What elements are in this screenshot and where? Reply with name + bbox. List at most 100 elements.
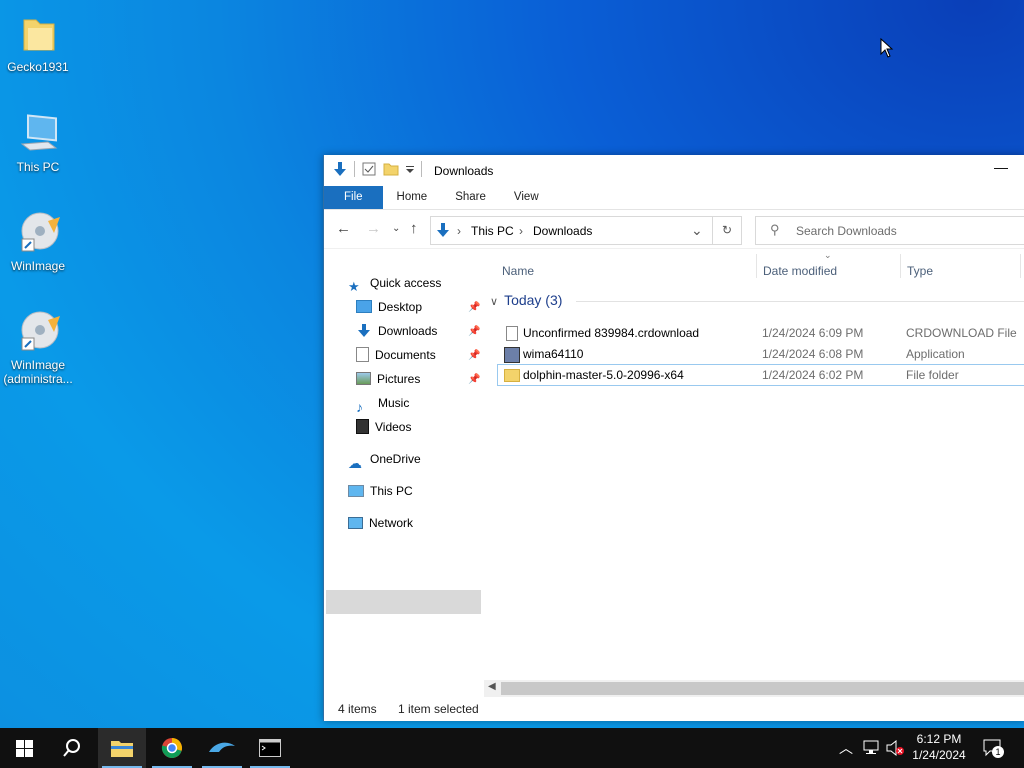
nav-label: Pictures (377, 372, 421, 386)
tab-view[interactable]: View (500, 186, 553, 209)
computer-icon (348, 484, 364, 497)
taskbar-dolphin[interactable] (198, 728, 246, 768)
nav-item-videos[interactable]: Videos (356, 416, 411, 438)
back-arrow-icon[interactable]: ← (336, 220, 351, 237)
minimize-button[interactable]: — (991, 159, 1011, 181)
clock[interactable]: 6:12 PM 1/24/2024 (905, 731, 973, 763)
new-folder-icon[interactable] (383, 161, 399, 177)
nav-onedrive[interactable]: ☁ OneDrive (348, 448, 421, 471)
tab-share[interactable]: Share (441, 186, 500, 209)
windows-logo-icon (16, 740, 33, 757)
nav-this-pc[interactable]: This PC (348, 480, 413, 502)
clock-time: 6:12 PM (916, 732, 962, 746)
notification-center-button[interactable]: 1 (982, 738, 1006, 760)
column-header-type[interactable]: Type (907, 264, 933, 278)
address-bar[interactable]: › This PC › Downloads ⌄ (430, 216, 713, 245)
navigation-pane: ★ Quick access Desktop 📌 Downloads 📌 Docu… (324, 270, 481, 690)
chrome-icon (161, 738, 182, 758)
desktop-icon-winimage-admin[interactable]: WinImage (administra... (0, 308, 76, 386)
file-icon (506, 326, 518, 341)
properties-icon[interactable] (361, 161, 377, 177)
nav-label: OneDrive (370, 452, 421, 466)
breadcrumb-this-pc[interactable]: This PC (471, 224, 514, 238)
taskbar: ︿ 6:12 PM 1/24/2024 1 (0, 728, 1024, 768)
breadcrumb-separator-icon: › (519, 224, 523, 238)
customize-dropdown-icon[interactable] (405, 161, 415, 177)
installer-icon (504, 347, 520, 363)
desktop-icon (356, 300, 372, 314)
folder-icon (14, 10, 62, 58)
divider (354, 161, 355, 177)
window-title: Downloads (434, 164, 494, 178)
file-row[interactable]: wima64110 1/24/2024 6:08 PM Application (498, 344, 1024, 364)
nav-label: Videos (375, 420, 412, 434)
pin-icon: 📌 (468, 374, 481, 385)
start-button[interactable] (0, 728, 48, 768)
group-header-today[interactable]: ∨ Today (3) (490, 292, 562, 308)
refresh-button[interactable]: ↻ (713, 216, 742, 245)
file-name: Unconfirmed 839984.crdownload (523, 326, 700, 340)
column-header-name[interactable]: Name (502, 264, 534, 278)
desktop-icon-winimage[interactable]: WinImage (0, 209, 76, 273)
nav-quick-access[interactable]: ★ Quick access (348, 272, 441, 294)
taskbar-file-explorer[interactable] (98, 728, 146, 768)
network-icon (348, 516, 363, 529)
breadcrumb-downloads[interactable]: Downloads (533, 224, 592, 238)
nav-label: Desktop (378, 300, 423, 314)
download-arrow-icon (437, 223, 449, 237)
film-strip-icon (356, 419, 369, 435)
folder-icon (504, 369, 520, 382)
file-row[interactable]: Unconfirmed 839984.crdownload 1/24/2024 … (498, 323, 1024, 343)
forward-arrow-icon[interactable]: → (366, 220, 381, 237)
horizontal-scrollbar[interactable]: ◀ (484, 680, 1024, 697)
nav-label: Documents (375, 348, 436, 362)
pin-icon: 📌 (468, 302, 481, 313)
file-date: 1/24/2024 6:09 PM (762, 326, 864, 340)
nav-item-documents[interactable]: Documents (356, 344, 436, 366)
network-icon[interactable] (862, 740, 880, 756)
file-date: 1/24/2024 6:08 PM (762, 347, 864, 361)
column-divider[interactable] (900, 254, 901, 278)
column-divider[interactable] (1020, 254, 1021, 278)
up-arrow-icon[interactable]: ↑ (410, 220, 418, 237)
title-bar[interactable]: Downloads — (324, 155, 1024, 186)
collapse-chevron-icon: ∨ (490, 296, 499, 308)
column-divider[interactable] (756, 254, 757, 278)
taskbar-chrome[interactable] (148, 728, 196, 768)
clock-date: 1/24/2024 (912, 748, 966, 762)
file-name: wima64110 (523, 347, 584, 361)
pin-icon: 📌 (468, 326, 481, 337)
file-date: 1/24/2024 6:02 PM (762, 368, 864, 382)
taskbar-terminal[interactable] (246, 728, 294, 768)
search-button[interactable] (48, 728, 96, 768)
nav-item-downloads[interactable]: Downloads (356, 320, 437, 342)
nav-item-desktop[interactable]: Desktop (356, 296, 422, 318)
desktop-icon-label: Gecko1931 (7, 60, 69, 74)
recent-locations-chevron-icon[interactable]: ⌄ (392, 223, 400, 234)
desktop-icon-label: WinImage (administra... (3, 358, 73, 386)
search-placeholder: Search Downloads (796, 224, 897, 238)
file-row-selected[interactable]: dolphin-master-5.0-20996-x64 1/24/2024 6… (497, 364, 1024, 386)
nav-item-pictures[interactable]: Pictures (356, 368, 420, 390)
show-hidden-icons-chevron-icon[interactable]: ︿ (839, 738, 853, 758)
document-icon (356, 347, 369, 363)
desktop-icon-gecko1931[interactable]: Gecko1931 (0, 10, 76, 74)
search-input[interactable]: ⚲ Search Downloads (755, 216, 1024, 245)
nav-network[interactable]: Network (348, 512, 413, 534)
nav-label: Music (378, 396, 410, 410)
nav-item-music[interactable]: ♪ Music (356, 392, 410, 415)
status-item-count: 4 items (338, 702, 377, 716)
scrollbar-thumb[interactable] (501, 682, 1024, 695)
desktop-icon-this-pc[interactable]: This PC (0, 110, 76, 174)
tab-file[interactable]: File (324, 186, 383, 209)
explorer-window[interactable]: Downloads — File Home Share View ← → ⌄ ↑… (323, 155, 1024, 721)
volume-muted-icon[interactable] (885, 740, 905, 756)
scroll-left-arrow-icon[interactable]: ◀ (488, 681, 496, 692)
address-dropdown-chevron-icon[interactable]: ⌄ (691, 222, 703, 239)
status-bar: 4 items 1 item selected (324, 698, 1024, 721)
ribbon-tabs: File Home Share View (324, 186, 1024, 210)
pin-icon: 📌 (468, 350, 481, 361)
disc-shortcut-icon (14, 209, 62, 257)
tab-home[interactable]: Home (383, 186, 442, 209)
column-header-date-modified[interactable]: Date modified (763, 264, 837, 278)
